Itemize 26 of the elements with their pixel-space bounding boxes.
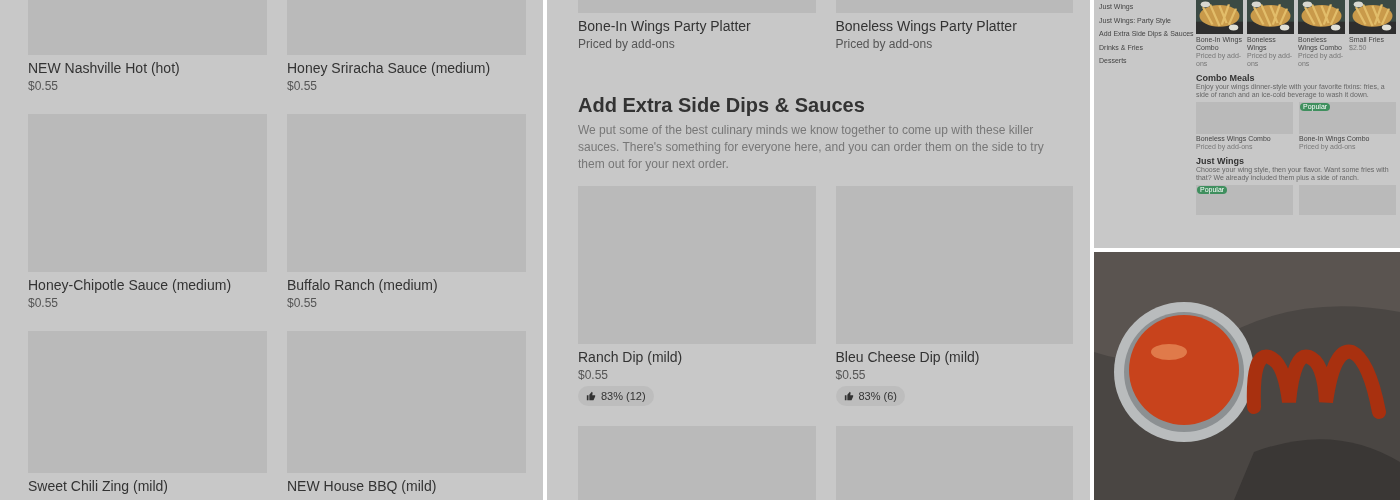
item-name: Sweet Chili Zing (mild)	[28, 477, 170, 495]
rating-badge: 83% (12)	[578, 386, 654, 406]
item-name: Bleu Cheese Dip (mild)	[835, 348, 980, 366]
item-price: Priced by add-ons	[578, 36, 676, 52]
item-price: $0.55	[28, 295, 60, 311]
item-price: $0.55	[287, 295, 319, 311]
section-title: Just Wings	[1196, 156, 1245, 166]
section-description: We put some of the best culinary minds we know together to come up with these killer sauces. There's something for everyone here, and you can order them on the side to try them out for your next order.	[578, 122, 1045, 173]
item-name: NEW Nashville Hot (hot)	[28, 59, 181, 77]
item-name: Ranch Dip (mild)	[578, 348, 683, 366]
item-price: $0.55	[28, 78, 60, 94]
item-price: $0.55	[578, 367, 609, 383]
item-name: Honey-Chipotle Sauce (medium)	[28, 276, 233, 294]
thumbs-up-icon	[586, 391, 596, 401]
item-name: Bone-In Wings Party Platter	[578, 17, 752, 35]
rating-badge: 83% (6)	[835, 386, 906, 406]
thumbs-up-icon	[843, 391, 854, 401]
item-name: Boneless Wings Party Platter	[835, 17, 1018, 35]
section-title: Combo Meals	[1196, 73, 1256, 83]
section-title: Add Extra Side Dips & Sauces	[578, 93, 866, 118]
item-price: $0.55	[287, 78, 319, 94]
item-name: Buffalo Ranch (medium)	[287, 276, 439, 294]
item-price: $0.55	[835, 367, 866, 383]
item-price: Priced by add-ons	[835, 36, 934, 52]
item-name: Honey Sriracha Sauce (medium)	[287, 59, 492, 77]
item-name: NEW House BBQ (mild)	[287, 477, 438, 495]
